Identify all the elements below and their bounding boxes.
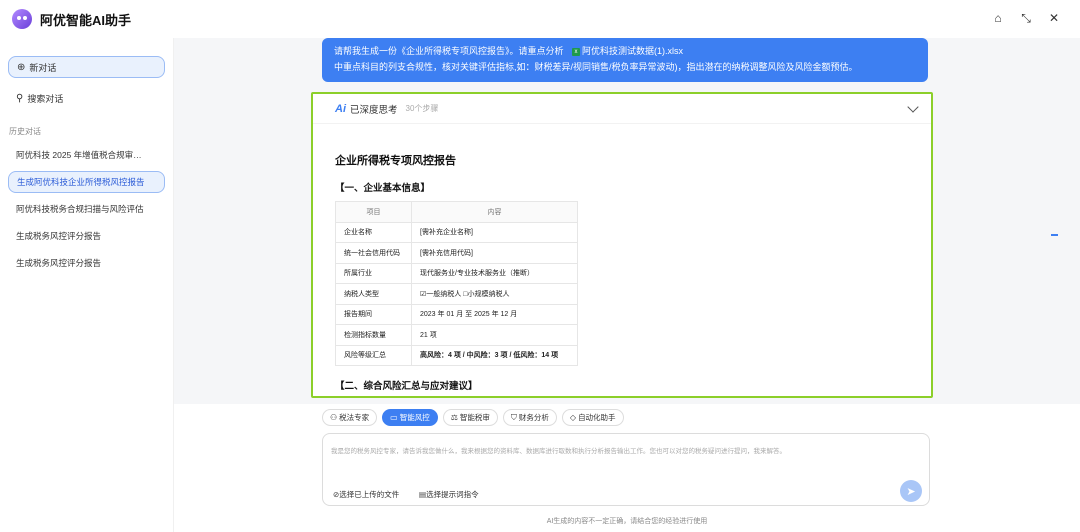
plus-circle-icon: ⊕ bbox=[17, 61, 26, 73]
table-cell-key: 检测指标数量 bbox=[335, 324, 412, 346]
search-chat-button[interactable]: ⚲ 搜索对话 bbox=[16, 92, 63, 105]
table-row: 统一社会信用代码 [需补充信用代码] bbox=[335, 242, 578, 264]
new-chat-label: 新对话 bbox=[29, 62, 57, 73]
tool-label: 智能风控 bbox=[399, 413, 430, 422]
table-header-row: 项目 内容 bbox=[335, 201, 578, 223]
table-cell-key: 统一社会信用代码 bbox=[335, 242, 412, 264]
column-header: 项目 bbox=[335, 201, 412, 223]
history-item-active[interactable]: 生成阿优科技企业所得税风控报告 bbox=[8, 171, 165, 193]
user-message-line1: 请帮我生成一份《企业所得税专项风控报告》。请重点分析 bbox=[334, 46, 564, 56]
table-row: 企业名称 [需补充企业名称] bbox=[335, 221, 578, 243]
close-icon[interactable]: ✕ bbox=[1046, 10, 1062, 26]
thinking-header[interactable]: Ai 已深度思考 30个步骤 bbox=[313, 94, 931, 124]
table-cell-value: [需补充企业名称] bbox=[411, 221, 578, 243]
table-cell-key: 报告期间 bbox=[335, 303, 412, 325]
history-list: 阿优科技 2025 年增值税合规审… 生成阿优科技企业所得税风控报告 阿优科技税… bbox=[8, 144, 165, 279]
ai-icon: Ai bbox=[335, 102, 346, 115]
thinking-label: 已深度思考 bbox=[350, 104, 398, 116]
tool-smart-risk[interactable]: ▭ 智能风控 bbox=[382, 409, 438, 426]
scroll-marker bbox=[1051, 234, 1058, 236]
select-prompt-button[interactable]: ▤选择提示词指令 bbox=[419, 489, 479, 500]
search-icon: ⚲ bbox=[16, 93, 24, 104]
history-item[interactable]: 生成税务风控评分报告 bbox=[8, 225, 165, 247]
table-row: 风险等级汇总 高风险：4 项 / 中风险：3 项 / 低风险：14 项 bbox=[335, 344, 578, 366]
attached-file-name[interactable]: 阿优科技测试数据(1).xlsx bbox=[582, 46, 683, 56]
search-chat-label: 搜索对话 bbox=[27, 94, 64, 104]
table-cell-key: 风险等级汇总 bbox=[335, 344, 412, 366]
thinking-steps: 30个步骤 bbox=[405, 104, 439, 113]
section-heading: 【二、综合风险汇总与应对建议】 bbox=[335, 381, 478, 392]
send-button[interactable]: ➤ bbox=[900, 480, 922, 502]
chat-icon: ▭ bbox=[390, 413, 398, 422]
table-row: 报告期间 2023 年 01 月 至 2025 年 12 月 bbox=[335, 303, 578, 325]
scale-icon: ⚖ bbox=[450, 413, 458, 422]
tool-bar: ⚇ 税法专家 ▭ 智能风控 ⚖ 智能税审 ⛉ 财务分析 ◇ 自动化助手 bbox=[322, 409, 624, 426]
input-placeholder: 我是您的税务风控专家，请告诉我您做什么，我来根据您的资料库、数据库进行取数和执行… bbox=[331, 448, 786, 455]
send-icon: ➤ bbox=[906, 485, 916, 498]
window-controls: ⌂ ⤡ ✕ bbox=[990, 10, 1062, 26]
table-cell-key: 所属行业 bbox=[335, 262, 412, 284]
select-uploaded-file-button[interactable]: ⊘选择已上传的文件 bbox=[333, 489, 399, 500]
tool-label: 智能税审 bbox=[459, 413, 490, 422]
message-input[interactable]: 我是您的税务风控专家，请告诉我您做什么，我来根据您的资料库、数据库进行取数和执行… bbox=[322, 433, 930, 506]
shrink-icon[interactable]: ⤡ bbox=[1018, 10, 1034, 26]
table-cell-value: 2023 年 01 月 至 2025 年 12 月 bbox=[411, 303, 578, 325]
tag-icon: ◇ bbox=[569, 413, 577, 422]
attach-label: 选择已上传的文件 bbox=[339, 490, 400, 499]
table-cell-value: 21 项 bbox=[411, 324, 578, 346]
tool-tax-expert[interactable]: ⚇ 税法专家 bbox=[322, 409, 378, 426]
user-message-line2: 中重点科目的列支合规性，核对关键评估指标,如：财税差异/视同销售/税负率异常波动… bbox=[334, 62, 858, 72]
chevron-down-icon[interactable] bbox=[907, 101, 919, 113]
table-cell-key: 纳税人类型 bbox=[335, 283, 412, 305]
company-info-table: 项目 内容 企业名称 [需补充企业名称] 统一社会信用代码 [需补充信用代码] 所属… bbox=[335, 201, 578, 366]
history-item[interactable]: 阿优科技 2025 年增值税合规审… bbox=[8, 144, 165, 166]
app-title: 阿优智能AI助手 bbox=[40, 12, 132, 28]
table-cell-key: 企业名称 bbox=[335, 221, 412, 243]
sidebar: ⊕ 新对话 ⚲ 搜索对话 历史对话 阿优科技 2025 年增值税合规审… 生成阿… bbox=[0, 38, 174, 532]
excel-file-icon: x bbox=[572, 47, 581, 56]
section-heading: 【一、企业基本信息】 bbox=[335, 183, 431, 194]
user-message: 请帮我生成一份《企业所得税专项风控报告》。请重点分析 x 阿优科技测试数据(1).… bbox=[322, 38, 928, 82]
tool-finance-analysis[interactable]: ⛉ 财务分析 bbox=[502, 409, 557, 426]
history-item[interactable]: 阿优科技税务合规扫描与风险评估 bbox=[8, 198, 165, 220]
disclaimer: AI生成的内容不一定正确，请结合您的经验进行使用 bbox=[546, 518, 708, 525]
title-bar: 阿优智能AI助手 ⌂ ⤡ ✕ bbox=[0, 0, 1080, 38]
table-row: 检测指标数量 21 项 bbox=[335, 324, 578, 346]
history-label: 历史对话 bbox=[9, 127, 41, 136]
tool-label: 自动化助手 bbox=[578, 413, 616, 422]
table-cell-value: 现代服务业/专业技术服务业（推断） bbox=[411, 262, 578, 284]
assistant-answer: Ai 已深度思考 30个步骤 企业所得税专项风控报告 【一、企业基本信息】 项目… bbox=[311, 92, 933, 398]
history-item[interactable]: 生成税务风控评分报告 bbox=[8, 252, 165, 274]
table-row: 所属行业 现代服务业/专业技术服务业（推断） bbox=[335, 262, 578, 284]
new-chat-button[interactable]: ⊕ 新对话 bbox=[8, 56, 165, 78]
chat-area: 请帮我生成一份《企业所得税专项风控报告》。请重点分析 x 阿优科技测试数据(1).… bbox=[174, 38, 1080, 404]
app-logo-icon bbox=[12, 9, 32, 29]
home-icon[interactable]: ⌂ bbox=[990, 10, 1006, 26]
shield-icon: ⛉ bbox=[510, 412, 517, 422]
tool-label: 税法专家 bbox=[339, 413, 370, 422]
tool-smart-audit[interactable]: ⚖ 智能税审 bbox=[442, 409, 498, 426]
table-cell-value: 高风险：4 项 / 中风险：3 项 / 低风险：14 项 bbox=[411, 344, 578, 366]
prompt-label: 选择提示词指令 bbox=[426, 490, 479, 499]
person-icon: ⚇ bbox=[330, 413, 338, 422]
table-row: 纳税人类型 ☑一般纳税人 □小规模纳税人 bbox=[335, 283, 578, 305]
tool-automation[interactable]: ◇ 自动化助手 bbox=[561, 409, 624, 426]
column-header: 内容 bbox=[411, 201, 578, 223]
table-cell-value: [需补充信用代码] bbox=[411, 242, 578, 264]
report-title: 企业所得税专项风控报告 bbox=[335, 155, 456, 167]
tool-label: 财务分析 bbox=[518, 413, 549, 422]
table-cell-value: ☑一般纳税人 □小规模纳税人 bbox=[411, 283, 578, 305]
